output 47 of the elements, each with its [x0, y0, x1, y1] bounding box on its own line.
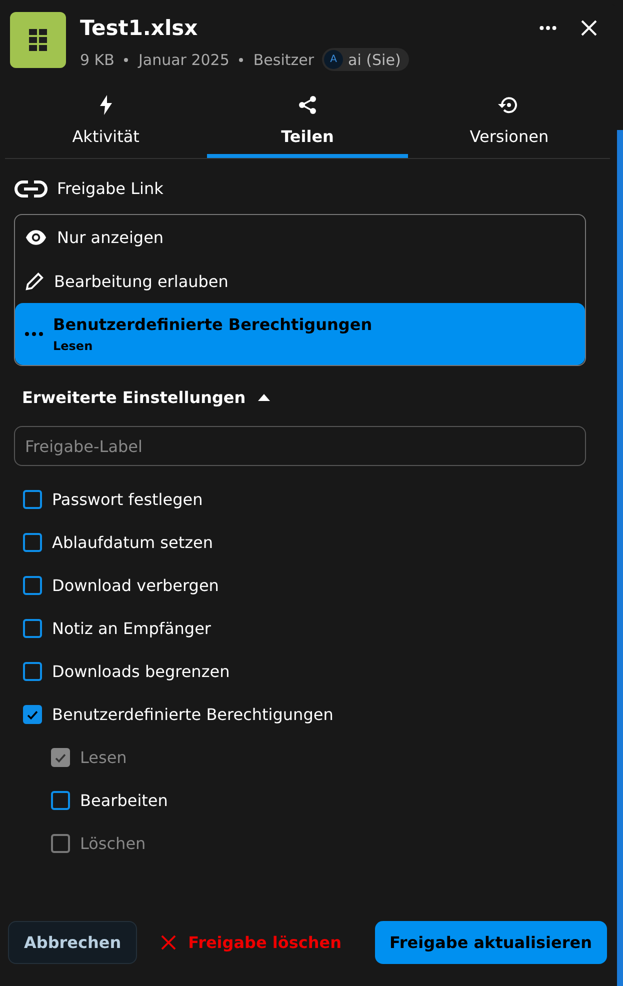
checkbox[interactable]	[51, 791, 70, 810]
close-icon	[161, 935, 176, 950]
file-meta: Besitzer	[253, 50, 314, 68]
share-icon	[298, 95, 318, 115]
update-share-button[interactable]: Freigabe aktualisieren	[374, 921, 607, 964]
checkbox-label: Download verbergen	[52, 576, 219, 595]
checkbox-label: Downloads begrenzen	[52, 662, 230, 681]
checkbox[interactable]	[23, 705, 42, 724]
permission-option[interactable]: Bearbeitung erlauben	[15, 259, 585, 303]
eye-icon	[25, 230, 47, 244]
checkbox[interactable]	[23, 490, 42, 509]
more-icon[interactable]	[539, 25, 557, 31]
caret-icon	[258, 394, 270, 401]
checkbox[interactable]	[23, 619, 42, 638]
file-meta: 9 KB	[80, 50, 114, 68]
share-link-label: Freigabe Link	[57, 179, 164, 198]
tab[interactable]: Teilen	[206, 89, 408, 158]
tab[interactable]: Aktivität	[5, 89, 207, 158]
tab[interactable]: Versionen	[408, 89, 610, 158]
close-icon[interactable]	[581, 20, 597, 36]
checkbox-label: Passwort festlegen	[52, 490, 203, 509]
delete-share-button[interactable]: Freigabe löschen	[155, 921, 348, 964]
checkbox[interactable]	[23, 662, 42, 681]
checkbox-label: Löschen	[80, 834, 146, 853]
spreadsheet-icon	[10, 12, 66, 68]
separator-dot	[124, 58, 128, 62]
avatar: A	[324, 50, 344, 69]
checkbox-label: Bearbeiten	[80, 791, 168, 810]
file-meta: Januar 2025	[138, 50, 230, 68]
cancel-button[interactable]: Abbrechen	[8, 921, 138, 964]
advanced-settings-toggle[interactable]: Erweiterte Einstellungen	[22, 388, 270, 407]
checkbox-label: Notiz an Empfänger	[52, 619, 211, 638]
more-icon	[25, 332, 43, 336]
lightning-icon	[100, 95, 112, 115]
link-icon	[14, 180, 48, 198]
pencil-icon	[25, 272, 44, 290]
checkbox-label: Lesen	[80, 748, 127, 767]
permission-option[interactable]: Nur anzeigen	[15, 215, 585, 259]
owner-chip[interactable]: A ai (Sie)	[322, 48, 409, 71]
permission-option[interactable]: Benutzerdefinierte Berechtigungen Lesen	[15, 303, 585, 365]
checkbox[interactable]	[23, 576, 42, 595]
checkbox-label: Ablaufdatum setzen	[52, 533, 214, 552]
separator-dot	[239, 58, 244, 62]
checkbox-label: Benutzerdefinierte Berechtigungen	[52, 705, 334, 724]
checkbox[interactable]	[23, 533, 42, 552]
file-title: Test1.xlsx	[80, 16, 199, 40]
input-field[interactable]: Freigabe-Label	[14, 426, 586, 466]
